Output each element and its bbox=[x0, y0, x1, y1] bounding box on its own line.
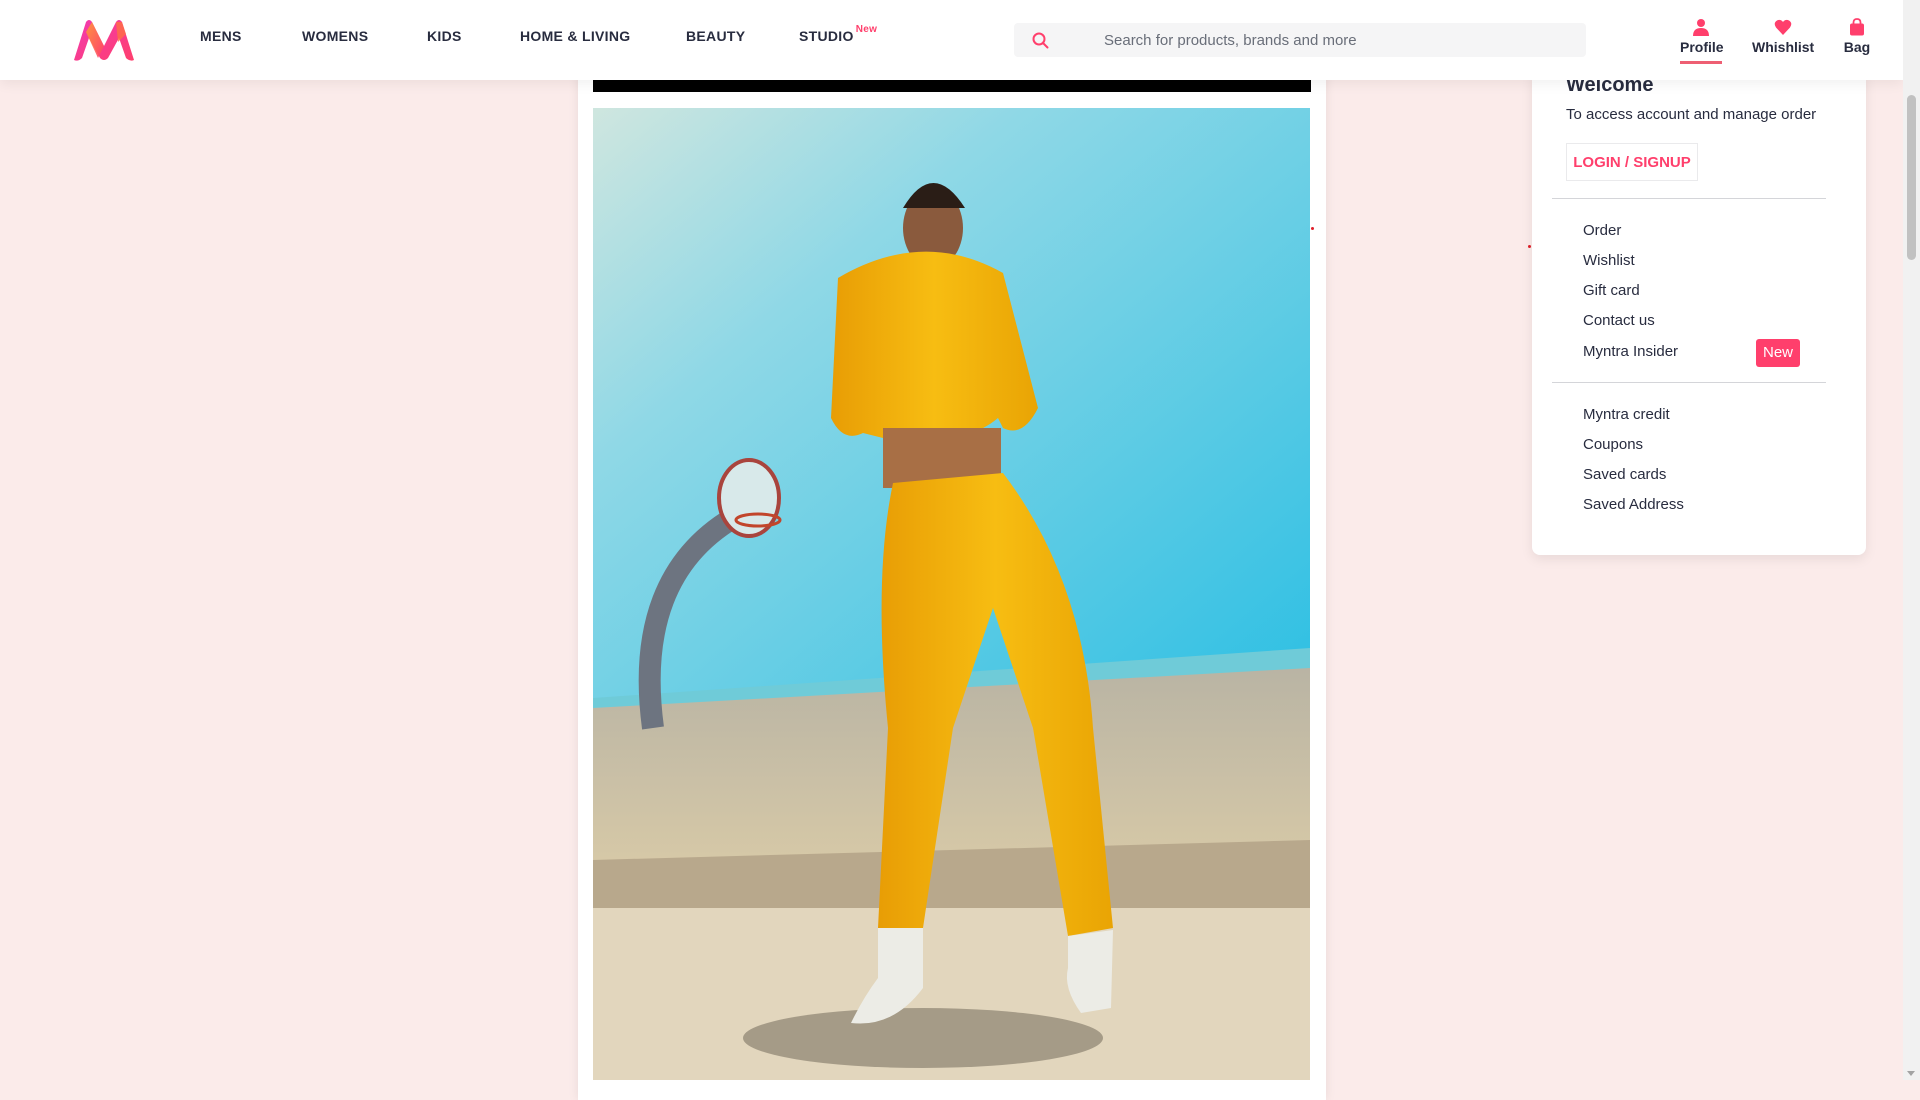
profile-button[interactable]: Profile bbox=[1680, 18, 1724, 64]
nav-kids[interactable]: KIDS bbox=[427, 28, 462, 44]
nav-womens[interactable]: WOMENS bbox=[302, 28, 368, 44]
wishlist-button[interactable]: Whishlist bbox=[1752, 18, 1814, 55]
menu-item-gift-card[interactable]: Gift card bbox=[1583, 282, 1640, 299]
menu-item-myntra-credit[interactable]: Myntra credit bbox=[1583, 406, 1670, 423]
menu-item-wishlist[interactable]: Wishlist bbox=[1583, 252, 1635, 269]
nav-mens[interactable]: MENS bbox=[200, 28, 242, 44]
bag-button[interactable]: Bag bbox=[1840, 18, 1874, 55]
bag-icon bbox=[1850, 18, 1864, 36]
menu-item-contact-us[interactable]: Contact us bbox=[1583, 312, 1655, 329]
top-header: MENS WOMENS KIDS HOME & LIVING BEAUTY ST… bbox=[0, 0, 1903, 80]
heart-icon bbox=[1774, 19, 1792, 35]
menu-item-coupons[interactable]: Coupons bbox=[1583, 436, 1643, 453]
menu-item-label: Myntra Insider bbox=[1583, 343, 1679, 360]
profile-active-underline bbox=[1680, 61, 1722, 64]
menu-item-order[interactable]: Order bbox=[1583, 222, 1621, 239]
new-badge: New bbox=[1756, 339, 1800, 367]
myntra-logo-icon[interactable] bbox=[72, 18, 136, 62]
menu-item-saved-address[interactable]: Saved Address bbox=[1583, 496, 1684, 513]
bag-label: Bag bbox=[1843, 39, 1871, 55]
nav-studio[interactable]: STUDIO New bbox=[799, 24, 877, 44]
menu-item-saved-cards[interactable]: Saved cards bbox=[1583, 466, 1666, 483]
model-in-yellow-tracksuit-photo-icon[interactable] bbox=[593, 108, 1310, 1080]
red-dot-marker bbox=[1311, 227, 1314, 230]
nav-beauty[interactable]: BEAUTY bbox=[686, 28, 745, 44]
scrollbar-thumb[interactable] bbox=[1907, 95, 1916, 260]
banner-top-bar bbox=[593, 80, 1311, 92]
profile-icon bbox=[1693, 19, 1709, 36]
page-scrollbar[interactable] bbox=[1903, 0, 1920, 1080]
search-input[interactable] bbox=[1104, 23, 1574, 57]
login-signup-button[interactable]: LOGIN / SIGNUP bbox=[1566, 143, 1698, 181]
nav-studio-new-badge: New bbox=[855, 24, 878, 35]
nav-home-living[interactable]: HOME & LIVING bbox=[520, 28, 630, 44]
dropdown-divider bbox=[1552, 198, 1826, 199]
menu-item-myntra-insider[interactable]: Myntra Insider New bbox=[1583, 339, 1800, 367]
profile-label: Profile bbox=[1680, 39, 1724, 55]
search-bar bbox=[1014, 23, 1586, 57]
search-icon[interactable] bbox=[1032, 32, 1049, 49]
wishlist-label: Whishlist bbox=[1752, 39, 1815, 55]
dropdown-divider bbox=[1552, 382, 1826, 383]
nav-studio-label: STUDIO bbox=[799, 28, 854, 44]
scroll-down-arrow-icon[interactable] bbox=[1907, 1071, 1915, 1076]
profile-dropdown: Welcome To access account and manage ord… bbox=[1532, 70, 1866, 555]
dropdown-subtitle: To access account and manage order bbox=[1566, 106, 1817, 123]
red-dot-marker bbox=[1528, 245, 1531, 248]
